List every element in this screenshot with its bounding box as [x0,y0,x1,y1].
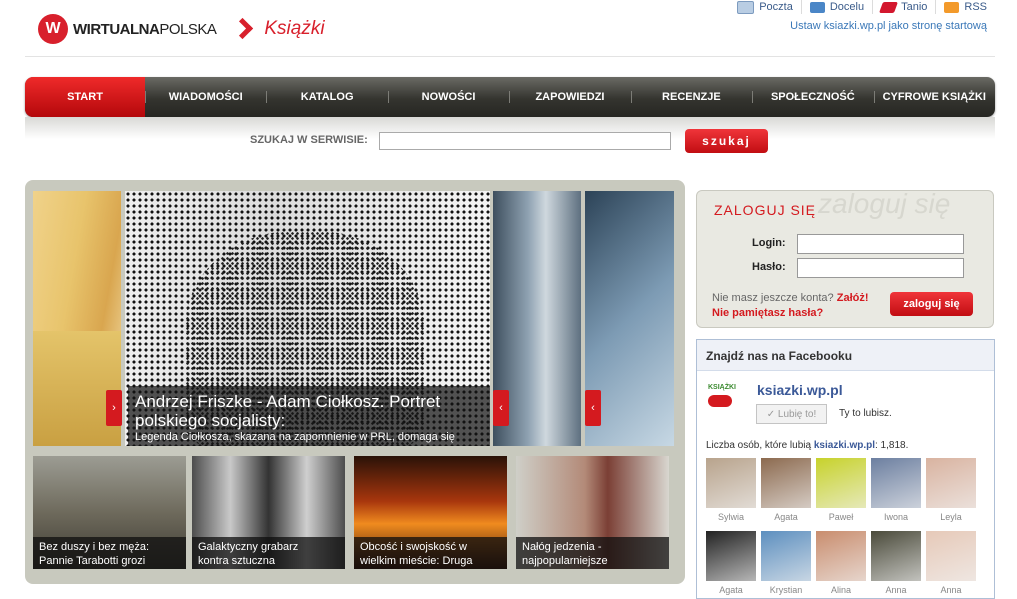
fan-name[interactable]: Alina [816,585,866,595]
header-divider [25,56,995,57]
arrow-icon [232,19,252,39]
fan-name[interactable]: Iwona [871,512,921,522]
login-decoration: zaloguj się [818,188,951,219]
login-label: Login: [752,237,786,249]
fan-name[interactable]: Agata [761,512,811,522]
slide-arrow-2[interactable]: ‹ [493,390,509,426]
fan-count: Liczba osób, które lubią ksiazki.wp.pl: … [706,440,909,451]
slide-arrow-3[interactable]: ‹ [585,390,601,426]
nav-spolecznosc[interactable]: SPOŁECZNOŚĆ [752,77,873,117]
fan-name[interactable]: Leyla [926,512,976,522]
search-label: SZUKAJ W SERWISIE: [250,134,368,146]
fan-avatar[interactable] [706,531,756,581]
nav-katalog[interactable]: KATALOG [266,77,387,117]
fan-name[interactable]: Sylwia [706,512,756,522]
rss-icon [944,1,960,13]
chevron-right-icon: › [112,402,116,414]
like-button[interactable]: ✓ Lubię to! [756,404,827,424]
mail-icon [737,0,755,14]
fan-avatar[interactable] [871,531,921,581]
password-label: Hasło: [752,261,786,273]
logo-text: WIRTUALNAPOLSKA [73,20,217,38]
thumb-1[interactable]: Bez duszy i bez męża: Pannie Tarabotti gr… [33,456,186,569]
fan-name[interactable]: Krystian [761,585,811,595]
nav-zapowiedzi[interactable]: ZAPOWIEDZI [509,77,630,117]
wp-logo-icon: W [38,14,68,44]
thumb-3[interactable]: Obcość i swojskość w wielkim mieście: Dru… [354,456,507,569]
ksiazki-logo-icon[interactable]: KSIĄŻKI [708,384,744,420]
nav-recenzje[interactable]: RECENZJE [630,77,752,117]
facebook-title: Znajdź nas na Facebooku [706,349,853,363]
fan-avatar[interactable] [926,458,976,508]
search-input[interactable] [379,132,671,150]
nav-cyfrowe-ksiazki[interactable]: CYFROWE KSIĄŻKI [873,77,995,117]
docelu-link[interactable]: Docelu [800,0,872,14]
thumb-caption: Bez duszy i bez męża: Pannie Tarabotti gr… [33,537,186,569]
login-input[interactable] [797,234,964,254]
fan-avatar[interactable] [706,458,756,508]
section-title: Książki [264,18,325,39]
featured-title[interactable]: Andrzej Friszke - Adam Ciołkosz. Portret… [135,392,485,430]
facebook-page-name[interactable]: ksiazki.wp.pl [757,382,843,398]
fan-name[interactable]: Anna [871,585,921,595]
site-logo[interactable]: W WIRTUALNAPOLSKA Książki [38,14,325,44]
chevron-left-icon: ‹ [591,402,595,414]
set-start-page-link[interactable]: Ustaw ksiazki.wp.pl jako stronę startową [790,20,987,32]
fan-avatar[interactable] [926,531,976,581]
rss-link[interactable]: RSS [935,0,995,14]
fan-avatar[interactable] [871,458,921,508]
top-links: Poczta Docelu Tanio RSS [729,0,995,14]
chevron-left-icon: ‹ [499,402,503,414]
thumb-caption: Galaktyczny grabarz kontra sztuczna [192,537,345,569]
fan-name[interactable]: Paweł [816,512,866,522]
thumb-caption: Nałóg jedzenia - najpopularniejsze [516,537,669,569]
no-account-text: Nie masz jeszcze konta? Załóż! [712,292,869,304]
fan-avatar[interactable] [761,531,811,581]
fan-name[interactable]: Agata [706,585,756,595]
login-title: ZALOGUJ SIĘ [714,202,817,218]
password-input[interactable] [797,258,964,278]
thumb-caption: Obcość i swojskość w wielkim mieście: Dru… [354,537,507,569]
fan-avatar[interactable] [816,531,866,581]
thumb-2[interactable]: Galaktyczny grabarz kontra sztuczna [192,456,345,569]
you-like-text: Ty to lubisz. [839,408,892,419]
login-button[interactable]: zaloguj się [890,292,973,316]
nav-wiadomosci[interactable]: WIADOMOŚCI [145,77,266,117]
register-link[interactable]: Załóż! [837,292,869,304]
slide-arrow-1[interactable]: › [106,390,122,426]
main-nav: START WIADOMOŚCI KATALOG NOWOŚCI ZAPOWIE… [25,77,995,117]
fan-name[interactable]: Anna [926,585,976,595]
nav-nowosci[interactable]: NOWOŚCI [387,77,509,117]
tanio-icon [879,1,899,13]
fan-avatar[interactable] [761,458,811,508]
doc-icon [809,1,825,13]
fan-avatar[interactable] [816,458,866,508]
poczta-link[interactable]: Poczta [729,0,801,14]
thumb-4[interactable]: Nałóg jedzenia - najpopularniejsze [516,456,669,569]
tanio-link[interactable]: Tanio [872,0,935,14]
search-button[interactable]: szukaj [685,129,768,153]
featured-subtitle: Legenda Ciołkosza, skazana na zapomnieni… [135,431,455,443]
nav-start[interactable]: START [25,77,145,117]
forgot-password-link[interactable]: Nie pamiętasz hasła? [712,307,823,319]
